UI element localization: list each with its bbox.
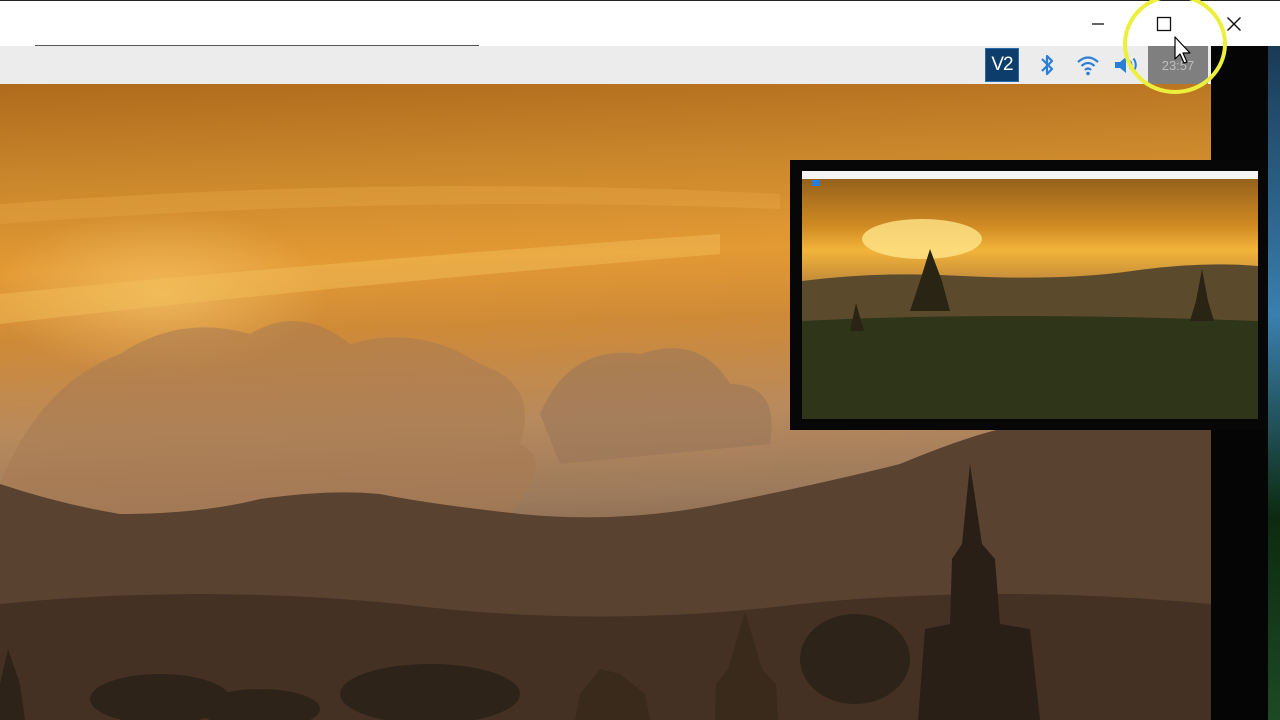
vnc-tray-button[interactable]: V2	[983, 46, 1021, 84]
mouse-pointer-icon	[1174, 36, 1191, 64]
wifi-tray-button[interactable]	[1073, 46, 1103, 84]
vnc-icon: V2	[985, 48, 1019, 82]
host-desktop-edge	[1268, 46, 1280, 720]
remote-taskbar: V2 23:57	[0, 46, 1211, 84]
minimize-icon	[1092, 22, 1104, 25]
preview-thumbnail[interactable]	[790, 160, 1268, 430]
preview-landscape	[802, 180, 1258, 419]
wifi-icon	[1077, 56, 1099, 76]
bluetooth-tray-button[interactable]	[1033, 46, 1061, 84]
window-titlebar	[0, 0, 1280, 47]
preview-image	[802, 171, 1258, 419]
minimize-button[interactable]	[1068, 1, 1128, 46]
close-icon	[1227, 16, 1241, 31]
vnc-label: V2	[991, 54, 1013, 75]
bluetooth-icon	[1041, 54, 1054, 76]
